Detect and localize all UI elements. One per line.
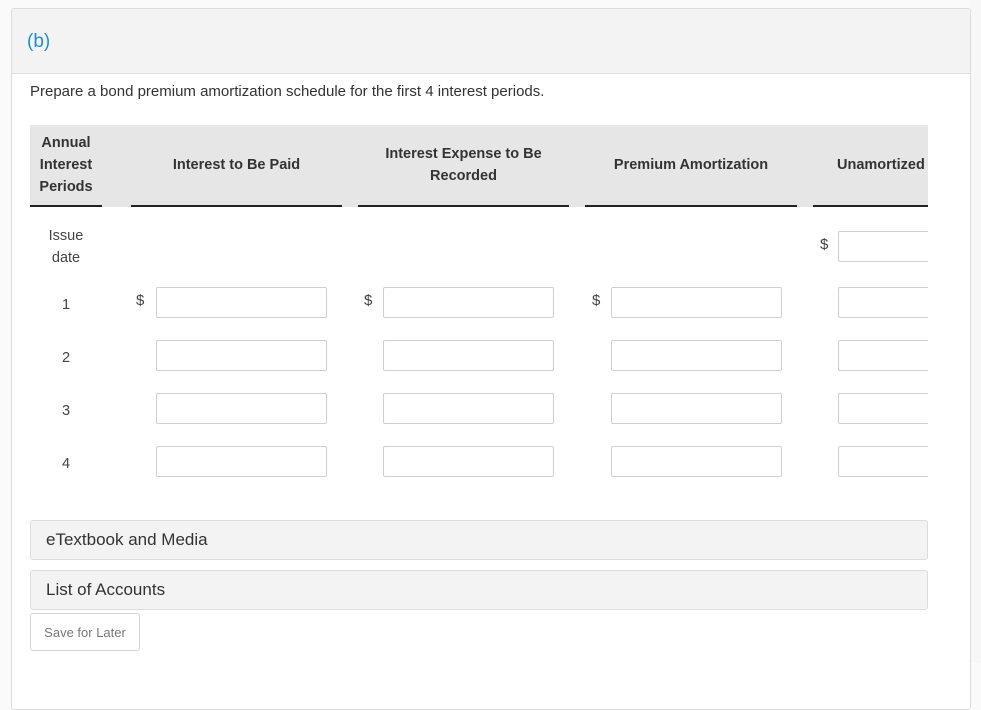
row-label-period-3: 3 [61,403,71,419]
header-underline [131,205,342,207]
header-underline [358,205,569,207]
row-label-period-1: 1 [61,297,71,313]
row-label-line: Issue [48,228,84,244]
interest-expense-input-4[interactable] [383,446,554,477]
etextbook-and-media-link[interactable]: eTextbook and Media [30,520,928,560]
unamortized-premium-input-3[interactable] [838,393,928,424]
header-line: Annual [41,135,91,151]
header-underline [585,205,797,207]
save-for-later-button[interactable]: Save for Later [30,613,140,651]
part-label: (b) [27,31,51,52]
column-header-interest-expense: Interest Expense to Be Recorded [358,125,569,207]
interest-expense-input-1[interactable] [383,287,554,318]
dollar-sign: $ [364,292,373,309]
unamortized-premium-input-4[interactable] [838,446,928,477]
column-header-unamortized-premium: Unamortized P [813,125,928,207]
header-line: Interest [39,157,93,173]
column-header-interest-paid: Interest to Be Paid [131,125,342,207]
unamortized-premium-input-issue[interactable] [838,231,928,262]
row-label-period-2: 2 [61,350,71,366]
list-of-accounts-link[interactable]: List of Accounts [30,570,928,610]
column-header-premium-amortization: Premium Amortization [585,125,797,207]
unamortized-premium-input-2[interactable] [838,340,928,371]
header-underline [813,205,928,207]
dollar-sign: $ [820,236,829,253]
header-text: Premium Amortization [613,157,769,173]
interest-paid-input-3[interactable] [156,393,327,424]
row-label-period-4: 4 [61,456,71,472]
premium-amortization-input-3[interactable] [611,393,782,424]
header-underline [30,205,102,207]
interest-paid-input-1[interactable] [156,287,327,318]
interest-paid-input-2[interactable] [156,340,327,371]
interest-paid-input-4[interactable] [156,446,327,477]
header-text: Unamortized P [837,157,928,173]
instruction-text: Prepare a bond premium amortization sche… [30,83,545,100]
column-header-period: Annual Interest Periods [30,125,102,207]
interest-expense-input-3[interactable] [383,393,554,424]
interest-expense-input-2[interactable] [383,340,554,371]
header-line: Interest Expense to Be [385,146,542,162]
dollar-sign: $ [592,292,601,309]
dollar-sign: $ [136,292,145,309]
amortization-schedule-table: Annual Interest Periods Interest to Be P… [30,125,928,485]
unamortized-premium-input-1[interactable] [838,287,928,318]
premium-amortization-input-4[interactable] [611,446,782,477]
premium-amortization-input-1[interactable] [611,287,782,318]
row-label-line: date [51,250,81,266]
header-line: Recorded [430,168,497,184]
header-text: Interest to Be Paid [172,157,301,173]
header-line: Periods [39,179,93,195]
premium-amortization-input-2[interactable] [611,340,782,371]
page-scroll-track [970,0,981,663]
row-label-issue-date: Issue date [42,225,114,269]
part-header: (b) [12,9,970,74]
